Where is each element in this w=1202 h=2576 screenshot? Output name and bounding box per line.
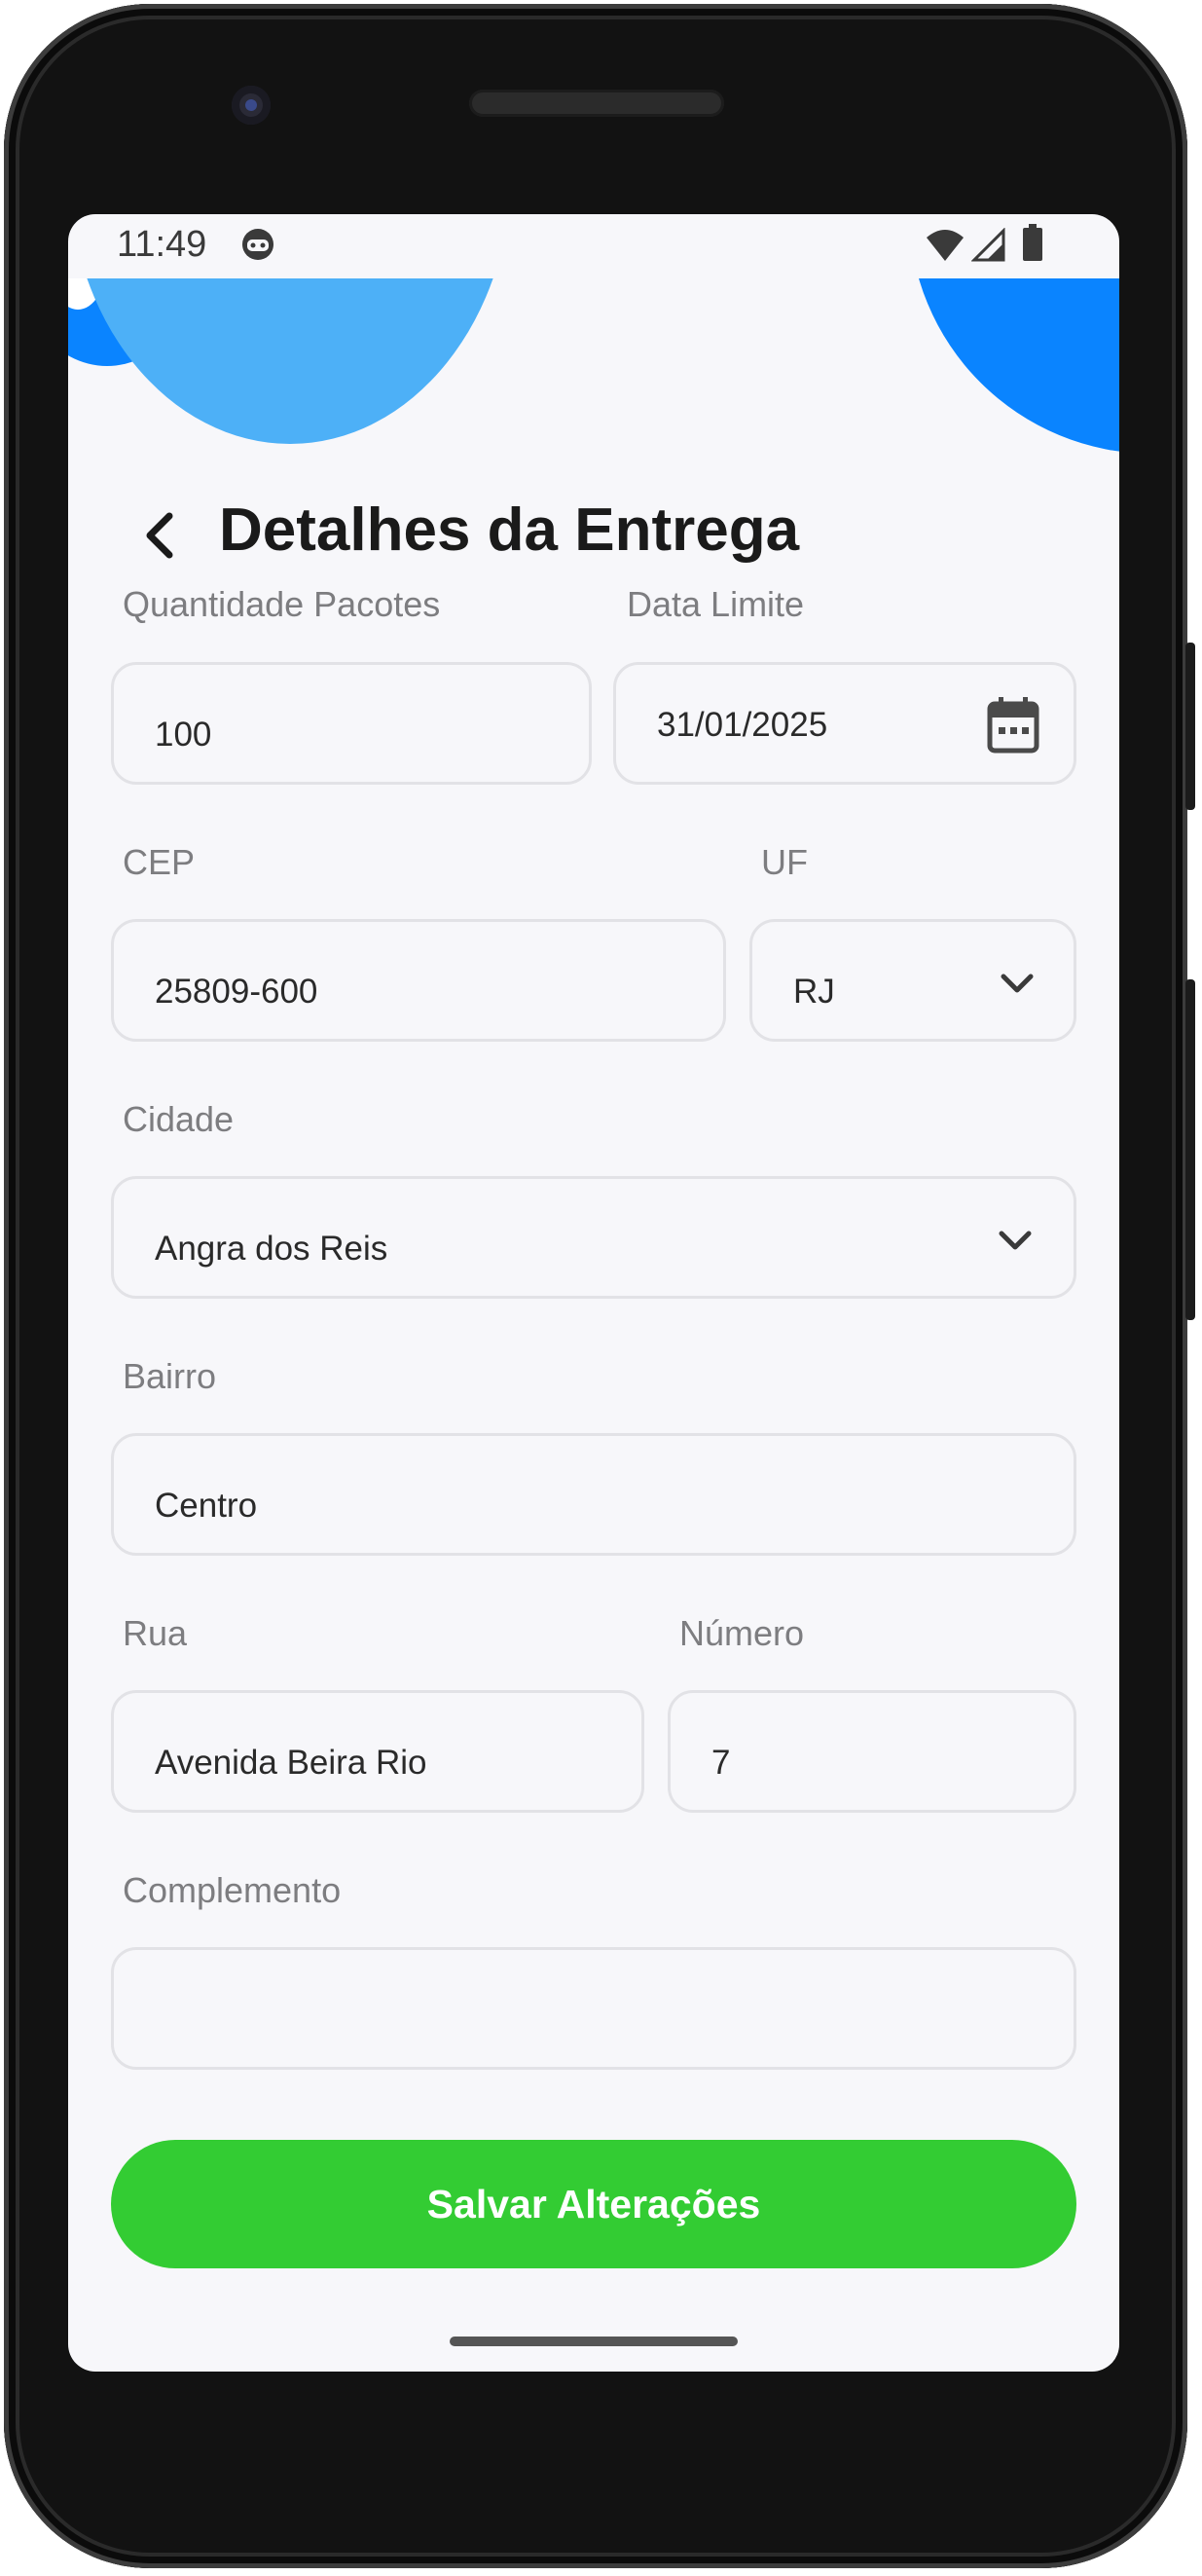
calendar-icon[interactable] [986, 696, 1040, 754]
bairro-label: Bairro [123, 1356, 217, 1396]
chevron-down-icon [999, 1231, 1032, 1250]
rua-field[interactable]: Avenida Beira Rio [111, 1690, 644, 1813]
battery-icon [1023, 224, 1042, 261]
data-limite-field[interactable]: 31/01/2025 [613, 662, 1076, 785]
complemento-field[interactable] [111, 1947, 1076, 2070]
numero-value: 7 [711, 1744, 731, 1782]
app-screen: 11:49 Detalhes da Entrega Quantidade Pac… [68, 214, 1119, 2372]
save-button[interactable]: Salvar Alterações [111, 2140, 1076, 2268]
complemento-label: Complemento [123, 1870, 342, 1910]
power-button [1185, 643, 1195, 810]
chevron-down-icon [1001, 974, 1034, 993]
data-limite-label: Data Limite [627, 584, 805, 624]
android-robot-icon [242, 229, 273, 260]
deco-circle-left-light [68, 278, 512, 444]
front-camera [232, 86, 271, 125]
status-bar: 11:49 [68, 214, 1119, 278]
cidade-label: Cidade [123, 1099, 235, 1139]
deco-circle-right [909, 278, 1119, 454]
volume-button [1185, 979, 1195, 1320]
rua-label: Rua [123, 1613, 188, 1653]
back-button[interactable] [132, 506, 191, 565]
wifi-icon [927, 230, 964, 261]
earpiece-speaker [469, 90, 724, 117]
uf-label: UF [761, 842, 808, 882]
rua-value: Avenida Beira Rio [155, 1744, 427, 1782]
bairro-value: Centro [155, 1487, 258, 1525]
quantidade-value: 100 [155, 716, 212, 754]
quantidade-field[interactable]: 100 [111, 662, 592, 785]
cep-label: CEP [123, 842, 196, 882]
numero-label: Número [679, 1613, 805, 1653]
data-limite-value: 31/01/2025 [657, 706, 828, 744]
page-title: Detalhes da Entrega [219, 497, 800, 564]
uf-value: RJ [793, 973, 835, 1011]
quantidade-label: Quantidade Pacotes [123, 584, 441, 624]
uf-select[interactable]: RJ [749, 919, 1076, 1042]
cep-field[interactable]: 25809-600 [111, 919, 726, 1042]
numero-field[interactable]: 7 [668, 1690, 1076, 1813]
bairro-field[interactable]: Centro [111, 1433, 1076, 1556]
cidade-value: Angra dos Reis [155, 1230, 388, 1268]
home-indicator[interactable] [450, 2337, 738, 2346]
cidade-select[interactable]: Angra dos Reis [111, 1176, 1076, 1299]
signal-icon [971, 228, 1005, 262]
status-time: 11:49 [117, 224, 207, 265]
cep-value: 25809-600 [155, 973, 318, 1011]
